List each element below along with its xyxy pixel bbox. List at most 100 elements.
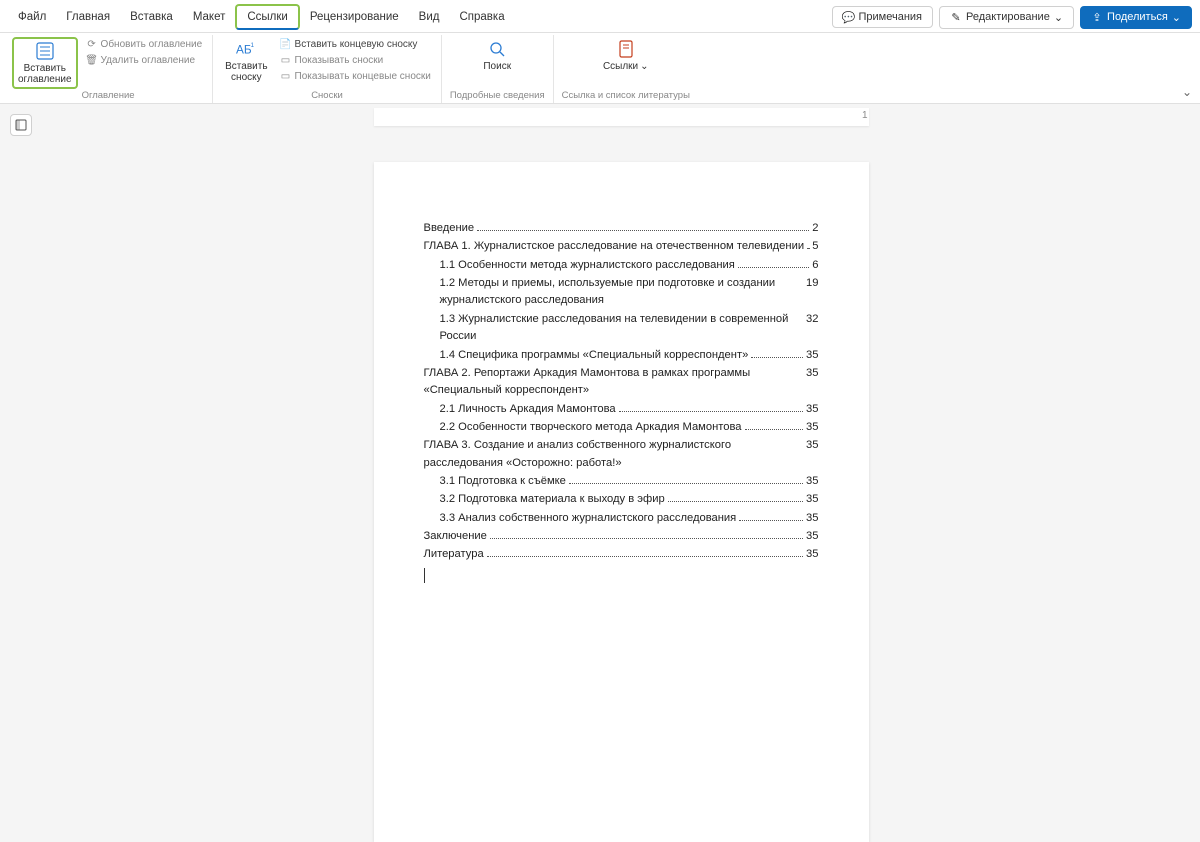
toc-leader-dots bbox=[619, 411, 803, 412]
tab-references[interactable]: Ссылки bbox=[235, 4, 300, 30]
show-footnotes-label: Показывать сноски bbox=[295, 54, 384, 68]
toc-leader-dots bbox=[739, 520, 803, 521]
toc-entry-title: 3.1 Подготовка к съёмке bbox=[440, 473, 566, 490]
edit-mode-label: Редактирование bbox=[966, 11, 1050, 23]
ribbon: Вставить оглавление ⟳ Обновить оглавлени… bbox=[0, 33, 1200, 104]
insert-endnote-label: Вставить концевую сноску bbox=[295, 38, 418, 52]
toc-entry-title: 1.4 Специфика программы «Специальный кор… bbox=[440, 347, 749, 364]
toc-entry-page: 6 bbox=[812, 257, 818, 274]
toc-entry-title: 1.2 Методы и приемы, используемые при по… bbox=[440, 275, 801, 310]
page-number-indicator: 1 bbox=[862, 110, 868, 121]
document-page[interactable]: Введение2ГЛАВА 1. Журналистское расследо… bbox=[374, 162, 869, 842]
toc-entry-title: ГЛАВА 3. Создание и анализ собственного … bbox=[424, 437, 801, 472]
toc-entry[interactable]: 3.3 Анализ собственного журналистского р… bbox=[424, 510, 819, 527]
toc-entry[interactable]: Заключение35 bbox=[424, 528, 819, 545]
navigation-pane-button[interactable] bbox=[10, 114, 32, 136]
share-button[interactable]: ⇪ Поделиться ⌄ bbox=[1080, 6, 1192, 29]
show-footnotes-button: ▭ Показывать сноски bbox=[278, 53, 433, 69]
tab-file[interactable]: Файл bbox=[8, 6, 56, 28]
svg-text:1: 1 bbox=[251, 42, 255, 49]
endnote-icon: 📄 bbox=[280, 39, 292, 51]
document-workspace: 1 Введение2ГЛАВА 1. Журналистское рассле… bbox=[0, 104, 1200, 842]
toc-leader-dots bbox=[668, 501, 803, 502]
toc-entry[interactable]: ГЛАВА 3. Создание и анализ собственного … bbox=[424, 437, 819, 472]
tab-view[interactable]: Вид bbox=[409, 6, 450, 28]
tab-home[interactable]: Главная bbox=[56, 6, 120, 28]
toc-entry[interactable]: 3.2 Подготовка материала к выходу в эфир… bbox=[424, 491, 819, 508]
toc-entry[interactable]: 2.2 Особенности творческого метода Аркад… bbox=[424, 419, 819, 436]
comments-button[interactable]: 💬 Примечания bbox=[832, 6, 934, 28]
toc-leader-dots bbox=[751, 357, 803, 358]
group-footnotes: AБ1 Вставить сноску 📄 Вставить концевую … bbox=[213, 35, 442, 103]
svg-text:AБ: AБ bbox=[236, 43, 252, 57]
comment-icon: 💬 bbox=[843, 11, 855, 23]
toc-entry[interactable]: Введение2 bbox=[424, 220, 819, 237]
group-footnotes-label: Сноски bbox=[221, 89, 433, 102]
show-footnotes-icon: ▭ bbox=[280, 55, 292, 67]
previous-page-edge bbox=[374, 108, 869, 126]
tab-help[interactable]: Справка bbox=[449, 6, 514, 28]
toc-entry-page: 35 bbox=[806, 510, 818, 527]
group-toc-label: Оглавление bbox=[12, 89, 204, 102]
toc-entry[interactable]: 1.2 Методы и приемы, используемые при по… bbox=[424, 275, 819, 310]
toc-entry-page: 35 bbox=[806, 347, 818, 364]
toc-entry-page: 35 bbox=[806, 401, 818, 418]
group-details: Поиск Подробные сведения bbox=[442, 35, 554, 103]
table-of-contents[interactable]: Введение2ГЛАВА 1. Журналистское расследо… bbox=[424, 220, 819, 564]
pencil-icon: ✎ bbox=[950, 11, 962, 23]
toc-entry-page: 35 bbox=[806, 473, 818, 490]
show-endnotes-label: Показывать концевые сноски bbox=[295, 70, 431, 84]
toc-entry-title: 2.1 Личность Аркадия Мамонтова bbox=[440, 401, 616, 418]
footnote-icon: AБ1 bbox=[236, 39, 256, 59]
search-button[interactable]: Поиск bbox=[479, 37, 515, 74]
toc-entry[interactable]: 2.1 Личность Аркадия Мамонтова 35 bbox=[424, 401, 819, 418]
toc-entry[interactable]: Литература35 bbox=[424, 546, 819, 563]
toc-entry[interactable]: 1.3 Журналистские расследования на телев… bbox=[424, 311, 819, 346]
toc-entry-page: 35 bbox=[806, 419, 818, 436]
update-toc-button: ⟳ Обновить оглавление bbox=[84, 37, 205, 53]
toc-entry-page: 35 bbox=[806, 437, 818, 454]
menu-tabs: Файл Главная Вставка Макет Ссылки Реценз… bbox=[0, 0, 1200, 33]
toc-entry-title: 1.1 Особенности метода журналистского ра… bbox=[440, 257, 735, 274]
toc-entry-page: 19 bbox=[806, 275, 818, 292]
group-references: Ссылки ⌄ Ссылка и список литературы bbox=[554, 35, 698, 103]
toc-entry-title: Заключение bbox=[424, 528, 487, 545]
toc-entry-title: 3.2 Подготовка материала к выходу в эфир bbox=[440, 491, 665, 508]
insert-footnote-button[interactable]: AБ1 Вставить сноску bbox=[221, 37, 271, 85]
toc-entry[interactable]: 1.1 Особенности метода журналистского ра… bbox=[424, 257, 819, 274]
delete-toc-button: 🗑 Удалить оглавление bbox=[84, 53, 205, 69]
show-endnotes-button: ▭ Показывать концевые сноски bbox=[278, 69, 433, 85]
toc-entry[interactable]: 1.4 Специфика программы «Специальный кор… bbox=[424, 347, 819, 364]
share-label: Поделиться bbox=[1107, 11, 1168, 23]
insert-endnote-button[interactable]: 📄 Вставить концевую сноску bbox=[278, 37, 433, 53]
tab-insert[interactable]: Вставка bbox=[120, 6, 183, 28]
toc-icon bbox=[35, 41, 55, 61]
tab-layout[interactable]: Макет bbox=[183, 6, 236, 28]
tab-review[interactable]: Рецензирование bbox=[300, 6, 409, 28]
edit-mode-button[interactable]: ✎ Редактирование ⌄ bbox=[939, 6, 1074, 29]
group-toc: Вставить оглавление ⟳ Обновить оглавлени… bbox=[4, 35, 213, 103]
toc-entry-page: 5 bbox=[812, 238, 818, 255]
toc-entry-page: 2 bbox=[812, 220, 818, 237]
toc-entry-page: 32 bbox=[806, 311, 818, 328]
toc-entry-title: 2.2 Особенности творческого метода Аркад… bbox=[440, 419, 742, 436]
links-label: Ссылки bbox=[603, 61, 638, 72]
chevron-down-icon: ⌄ bbox=[1054, 11, 1063, 24]
trash-icon: 🗑 bbox=[86, 55, 98, 67]
toc-entry-title: 1.3 Журналистские расследования на телев… bbox=[440, 311, 801, 346]
toc-entry[interactable]: ГЛАВА 2. Репортажи Аркадия Мамонтова в р… bbox=[424, 365, 819, 400]
toc-entry[interactable]: 3.1 Подготовка к съёмке 35 bbox=[424, 473, 819, 490]
chevron-down-icon: ⌄ bbox=[1172, 11, 1181, 24]
insert-footnote-label: Вставить сноску bbox=[225, 61, 267, 83]
links-button[interactable]: Ссылки ⌄ bbox=[599, 37, 653, 74]
toc-entry-title: ГЛАВА 2. Репортажи Аркадия Мамонтова в р… bbox=[424, 365, 801, 400]
toc-entry[interactable]: ГЛАВА 1. Журналистское расследование на … bbox=[424, 238, 819, 255]
collapse-ribbon-button[interactable]: ⌄ bbox=[1182, 85, 1192, 99]
text-cursor bbox=[424, 568, 819, 583]
insert-toc-button[interactable]: Вставить оглавление bbox=[12, 37, 78, 89]
toc-leader-dots bbox=[738, 267, 809, 268]
toc-leader-dots bbox=[807, 248, 809, 249]
share-icon: ⇪ bbox=[1091, 11, 1103, 23]
toc-leader-dots bbox=[490, 538, 803, 539]
refresh-icon: ⟳ bbox=[86, 39, 98, 51]
